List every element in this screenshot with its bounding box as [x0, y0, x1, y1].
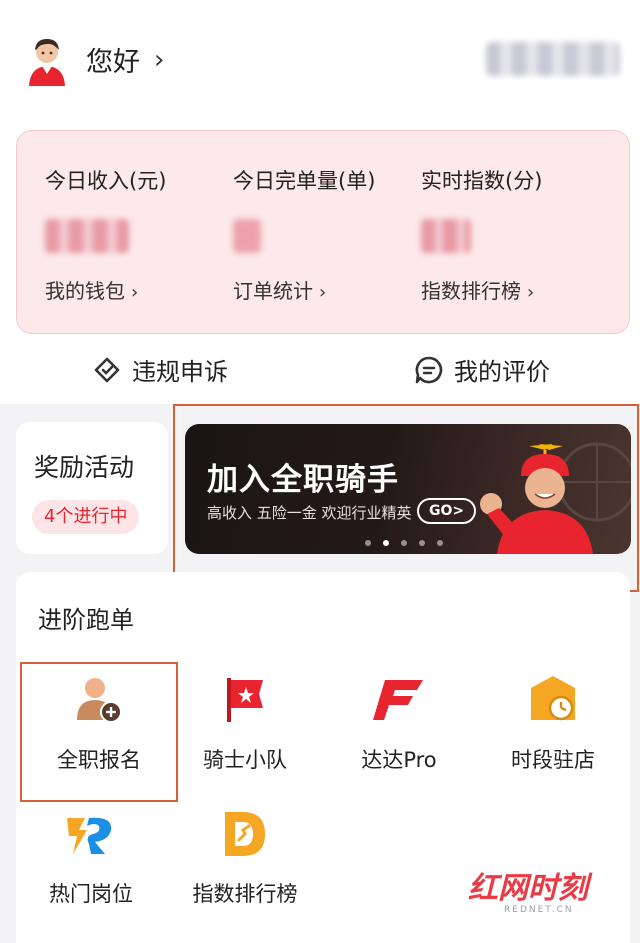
tile-label: 骑士小队: [203, 748, 287, 772]
carousel-dot[interactable]: [437, 540, 443, 546]
banner-go-button[interactable]: GO>: [417, 498, 477, 524]
chat-bubble-icon: [415, 356, 443, 383]
banner-subtitle: 高收入 五险一金 欢迎行业精英: [207, 504, 412, 522]
order-stats-link[interactable]: 订单统计 ›: [233, 275, 326, 304]
flag-icon: [227, 678, 263, 722]
redacted-phone-number: [486, 42, 620, 76]
reviews-label: 我的评价: [454, 358, 550, 386]
carousel-dot-active[interactable]: [383, 540, 389, 546]
appeal-tag-icon: [94, 357, 120, 382]
carousel-dot[interactable]: [401, 540, 407, 546]
tile-hot-jobs[interactable]: 热门岗位: [16, 808, 166, 908]
banner-title: 加入全职骑手: [207, 462, 399, 498]
greeting-text: 您好: [86, 47, 140, 78]
reward-title: 奖励活动: [34, 453, 135, 482]
signup-highlight-frame: [20, 662, 178, 802]
chevron-right-icon: ›: [131, 282, 139, 303]
stat-link-label: 订单统计: [233, 279, 313, 303]
tile-label: 指数排行榜: [192, 882, 298, 906]
tile-rider-squad[interactable]: 骑士小队: [170, 674, 320, 774]
rider-avatar-icon[interactable]: [24, 36, 70, 86]
redacted-stat-value: [45, 219, 129, 253]
stat-orders: 今日完单量(单) 订单统计 ›: [233, 131, 423, 335]
chevron-right-icon: ›: [154, 44, 165, 75]
carousel-dot[interactable]: [365, 540, 371, 546]
pro-logo-icon: [373, 680, 423, 720]
tile-label: 热门岗位: [49, 882, 133, 906]
jobs-icon: [67, 817, 112, 854]
today-stats-card: 今日收入(元) 我的钱包 › 今日完单量(单) 订单统计 › 实时指数(分) 指数排…: [16, 130, 630, 334]
index-ranking-link[interactable]: 指数排行榜 ›: [421, 275, 534, 304]
chevron-right-icon: ›: [319, 282, 327, 303]
shop-clock-icon: [531, 676, 575, 721]
greeting-link[interactable]: 您好 ›: [86, 40, 164, 79]
rednet-watermark-logo: 红网时刻 REDNET.CN: [468, 871, 593, 915]
tile-label: 时段驻店: [511, 748, 595, 772]
stat-label: 今日收入(元): [45, 169, 167, 193]
reward-activities-card[interactable]: 奖励活动 4个进行中: [16, 422, 168, 554]
stat-link-label: 我的钱包: [45, 279, 125, 303]
tile-dada-pro[interactable]: 达达Pro: [324, 674, 474, 774]
svg-text:REDNET.CN: REDNET.CN: [504, 905, 574, 915]
tile-shift-store[interactable]: 时段驻店: [478, 674, 628, 774]
advanced-section-title: 进阶跑单: [38, 606, 134, 634]
stat-income: 今日收入(元) 我的钱包 ›: [45, 131, 235, 335]
stat-index: 实时指数(分) 指数排行榜 ›: [421, 131, 611, 335]
svg-text:红网时刻: 红网时刻: [468, 871, 593, 906]
chevron-right-icon: ›: [527, 282, 535, 303]
stat-label: 今日完单量(单): [233, 169, 376, 193]
rider-illustration: [480, 442, 631, 554]
my-reviews-button[interactable]: 我的评价: [414, 352, 550, 387]
fulltime-rider-banner[interactable]: 加入全职骑手 高收入 五险一金 欢迎行业精英 GO>: [185, 424, 631, 554]
appeal-label: 违规申诉: [132, 358, 228, 386]
ranking-icon: [225, 812, 265, 856]
redacted-stat-value: [421, 219, 471, 253]
ongoing-count-badge: 4个进行中: [32, 500, 140, 534]
violation-appeal-button[interactable]: 违规申诉: [92, 352, 228, 387]
carousel-indicator: [365, 540, 443, 546]
tile-index-ranking[interactable]: 指数排行榜: [170, 808, 320, 908]
carousel-dot[interactable]: [419, 540, 425, 546]
stat-link-label: 指数排行榜: [421, 279, 521, 303]
redacted-stat-value: [233, 219, 261, 253]
stat-label: 实时指数(分): [421, 169, 543, 193]
tile-label: 达达Pro: [361, 748, 437, 772]
wallet-link[interactable]: 我的钱包 ›: [45, 275, 138, 304]
profile-header: 您好 ›: [0, 0, 640, 120]
